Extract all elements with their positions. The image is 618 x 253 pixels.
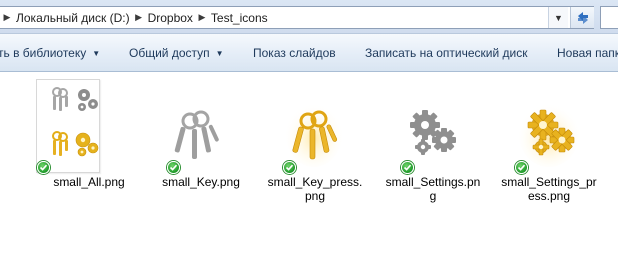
slideshow-button[interactable]: Показ слайдов [253, 46, 336, 60]
file-item[interactable]: small_All.png [34, 73, 144, 203]
file-list: small_All.png small_Key.png small_Key_pr… [0, 73, 618, 253]
file-name: small_All.png [34, 175, 144, 189]
slideshow-label: Показ слайдов [253, 46, 336, 60]
sync-ok-icon [515, 161, 528, 174]
address-bar-row: ▶ Локальный диск (D:) ▶ Dropbox ▶ Test_i… [0, 0, 618, 34]
share-label: Общий доступ [129, 46, 210, 60]
keys-gray-icon [174, 110, 219, 159]
keys-and-gears-icon [52, 87, 99, 157]
breadcrumb-test-icons[interactable]: Test_icons [209, 11, 270, 25]
file-name-line: ess.png [527, 189, 571, 203]
file-name-line: small_Key.png [162, 175, 240, 189]
search-input[interactable] [600, 6, 618, 29]
dropdown-arrow-icon: ▼ [92, 49, 101, 58]
address-history-dropdown[interactable]: ▼ [548, 7, 568, 28]
file-name-line: g [429, 189, 437, 203]
file-item[interactable]: small_Settings.pn g [378, 73, 488, 203]
add-to-library-label: ть в библиотеку [0, 46, 87, 60]
gears-gray-icon [410, 110, 456, 155]
file-thumbnail [36, 79, 100, 173]
file-name-line: small_All.png [53, 175, 125, 189]
file-item[interactable]: small_Key.png [146, 73, 256, 203]
breadcrumb: ▶ Локальный диск (D:) ▶ Dropbox ▶ Test_i… [0, 7, 270, 28]
file-item[interactable]: small_Key_press. png [260, 73, 370, 203]
address-bar[interactable]: ▶ Локальный диск (D:) ▶ Dropbox ▶ Test_i… [0, 6, 594, 29]
sync-ok-icon [283, 161, 296, 174]
sync-ok-icon [167, 161, 180, 174]
burn-label: Записать на оптический диск [365, 46, 528, 60]
burn-to-disc-button[interactable]: Записать на оптический диск [365, 46, 528, 60]
file-name: small_Settings.pn g [378, 175, 488, 203]
file-name-line: small_Key_press. [267, 175, 363, 189]
breadcrumb-dropbox[interactable]: Dropbox [146, 11, 195, 25]
share-button[interactable]: Общий доступ ▼ [129, 46, 224, 60]
file-name-line: png [304, 189, 326, 203]
refresh-icon [577, 11, 588, 24]
new-folder-label: Новая папка [557, 46, 618, 60]
chevron-down-icon: ▼ [554, 12, 563, 23]
chevron-right-icon[interactable]: ▶ [0, 7, 14, 28]
keys-gold-icon [286, 103, 342, 167]
command-bar: ть в библиотеку ▼ Общий доступ ▼ Показ сла… [0, 34, 618, 72]
sync-ok-icon [401, 161, 414, 174]
sync-ok-icon [37, 161, 50, 174]
file-thumbnail [282, 79, 346, 173]
file-name-line: small_Settings_pr [501, 175, 597, 189]
file-thumbnail [400, 79, 464, 173]
file-thumbnail [516, 79, 580, 173]
chevron-right-icon[interactable]: ▶ [195, 7, 209, 28]
file-item[interactable]: small_Settings_pr ess.png [494, 73, 604, 203]
gears-gold-icon [519, 103, 579, 167]
breadcrumb-drive[interactable]: Локальный диск (D:) [14, 11, 132, 25]
new-folder-button[interactable]: Новая папка [557, 46, 618, 60]
file-name: small_Key.png [146, 175, 256, 189]
file-name: small_Key_press. png [260, 175, 370, 203]
dropdown-arrow-icon: ▼ [215, 49, 224, 58]
file-thumbnail [166, 79, 230, 173]
file-name: small_Settings_pr ess.png [494, 175, 604, 203]
add-to-library-button[interactable]: ть в библиотеку ▼ [0, 46, 100, 60]
refresh-button[interactable] [570, 7, 594, 28]
file-name-line: small_Settings.pn [385, 175, 481, 189]
chevron-right-icon[interactable]: ▶ [132, 7, 146, 28]
